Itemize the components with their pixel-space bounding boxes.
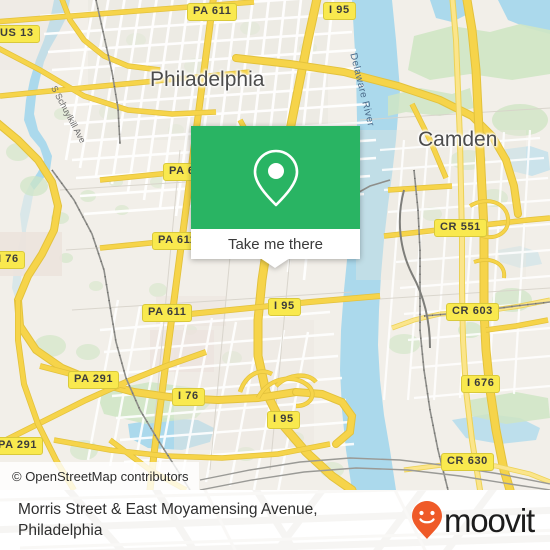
route-shield[interactable]: I 95 bbox=[267, 411, 300, 429]
address-text: Morris Street & East Moyamensing Avenue,… bbox=[18, 499, 318, 541]
route-shield[interactable]: PA 291 bbox=[68, 371, 120, 389]
map-label-camden: Camden bbox=[418, 128, 498, 151]
moovit-wordmark: moovit bbox=[444, 501, 535, 539]
route-shield[interactable]: I 95 bbox=[268, 298, 301, 316]
route-shield[interactable]: I 95 bbox=[323, 2, 356, 20]
map-canvas[interactable]: Philadelphia Camden Delaware River S Sch… bbox=[0, 0, 550, 490]
route-shield[interactable]: PA 291 bbox=[0, 437, 44, 455]
route-shield[interactable]: I 76 bbox=[172, 388, 205, 406]
popup-tail bbox=[260, 258, 290, 268]
route-shield[interactable]: PA 611 bbox=[187, 3, 238, 21]
footer-bar: Morris Street & East Moyamensing Avenue,… bbox=[0, 490, 550, 550]
take-me-there-button[interactable]: Take me there bbox=[191, 229, 360, 259]
route-shield[interactable]: US 13 bbox=[0, 25, 40, 43]
route-shield[interactable]: I 76 bbox=[0, 251, 25, 269]
address-line-2: Philadelphia bbox=[18, 522, 103, 539]
route-shield[interactable]: PA 611 bbox=[142, 304, 193, 322]
moovit-smiley-pin-icon bbox=[412, 501, 442, 539]
route-shield[interactable]: CR 551 bbox=[434, 219, 487, 237]
osm-attribution[interactable]: © OpenStreetMap contributors bbox=[0, 462, 199, 490]
location-popup[interactable]: Take me there bbox=[191, 126, 360, 268]
map-label-philadelphia: Philadelphia bbox=[150, 68, 265, 91]
map-pin-icon bbox=[253, 149, 298, 206]
route-shield[interactable]: I 676 bbox=[461, 375, 501, 393]
route-shield[interactable]: CR 603 bbox=[446, 303, 499, 321]
footer-content: Morris Street & East Moyamensing Avenue,… bbox=[0, 490, 550, 550]
address-line-1: Morris Street & East Moyamensing Avenue, bbox=[18, 501, 318, 518]
popup-pin-wrap bbox=[191, 126, 360, 229]
moovit-map-card: Philadelphia Camden Delaware River S Sch… bbox=[0, 0, 550, 550]
route-shield[interactable]: CR 630 bbox=[441, 453, 494, 471]
moovit-logo[interactable]: moovit bbox=[411, 500, 535, 540]
